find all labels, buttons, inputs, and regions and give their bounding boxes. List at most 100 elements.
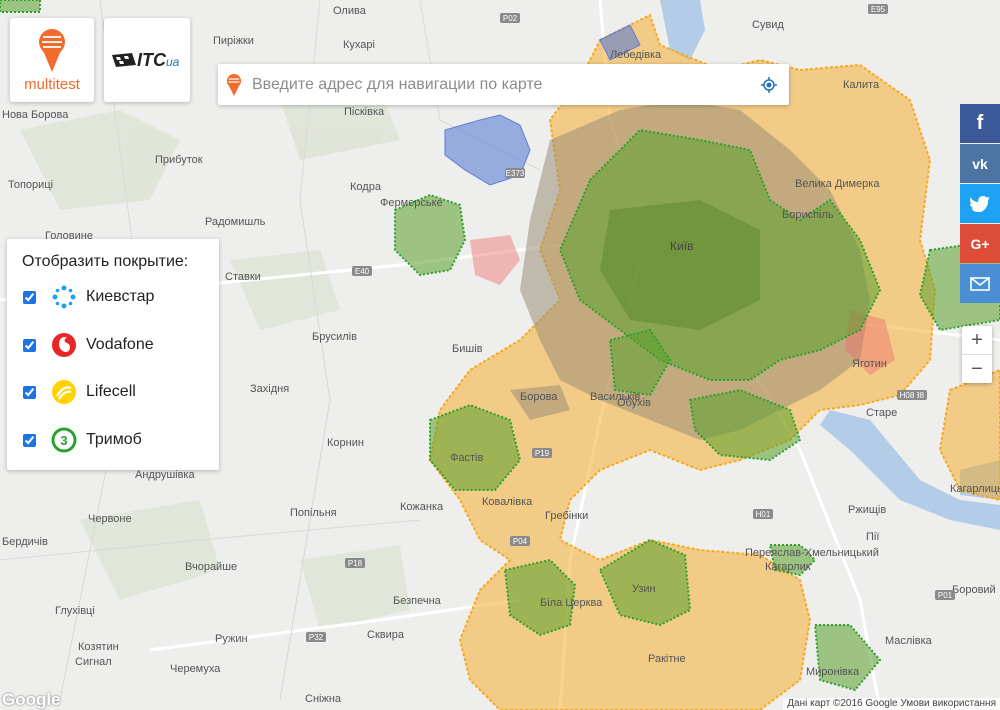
- place-label: Західня: [250, 383, 289, 395]
- itc-logo-main: ITC: [137, 50, 166, 70]
- place-label: Пісківка: [344, 106, 385, 118]
- road-badge: H01: [753, 509, 773, 519]
- lifecell-icon: [50, 378, 78, 406]
- place-label: Сигнал: [75, 656, 112, 668]
- svg-text:P04: P04: [513, 537, 528, 546]
- road-badge: P18: [345, 558, 365, 568]
- legend-title: Отобразить покрытие:: [22, 253, 189, 270]
- place-label: Кагарлик: [765, 561, 811, 573]
- road-badge: P04: [510, 536, 530, 546]
- zoom-control: + −: [962, 326, 992, 383]
- vk-share-button[interactable]: vk: [960, 144, 1000, 183]
- place-label: Радомишль: [205, 216, 266, 228]
- multitest-pin-icon: [39, 29, 65, 72]
- svg-text:E373: E373: [506, 169, 525, 178]
- place-label: Ржищів: [848, 504, 886, 516]
- place-label: Узин: [632, 583, 656, 595]
- lifecell-checkbox[interactable]: [23, 385, 36, 399]
- place-label: Сувид: [752, 19, 784, 31]
- svg-text:P02: P02: [503, 14, 518, 23]
- place-label: Кожанка: [400, 501, 444, 513]
- place-label: Глухівці: [55, 605, 95, 617]
- place-label: Боровий: [952, 584, 996, 596]
- place-label: Миронівка: [806, 666, 860, 678]
- place-label: Гребінки: [545, 510, 588, 522]
- multitest-logo-text: multitest: [24, 76, 80, 93]
- place-label: Бориспіль: [782, 209, 834, 221]
- vk-icon: vk: [972, 155, 988, 172]
- place-label: Яготин: [852, 358, 887, 370]
- my-location-icon[interactable]: [761, 77, 777, 93]
- place-label: Козятин: [78, 641, 119, 653]
- twitter-icon: [970, 195, 990, 212]
- trimob-icon: 3: [50, 426, 78, 454]
- legend-item-lifecell[interactable]: Lifecell: [23, 377, 136, 407]
- place-label: Безпечна: [393, 595, 442, 607]
- place-label: Бердичів: [2, 536, 48, 548]
- place-label: Олива: [333, 5, 367, 17]
- place-label: Сніжна: [305, 693, 342, 705]
- place-label: Бишів: [452, 343, 483, 355]
- map-attribution[interactable]: Дані карт ©2016 Google Умови використанн…: [783, 698, 1000, 710]
- place-label: Маслівка: [885, 635, 933, 647]
- itc-logo-suffix: ua: [166, 55, 180, 69]
- itc-logo[interactable]: ITCua: [104, 18, 190, 102]
- address-search-input[interactable]: [250, 72, 754, 98]
- svg-text:P32: P32: [309, 633, 324, 642]
- place-label: Вчорайше: [185, 561, 237, 573]
- email-share-button[interactable]: [960, 264, 1000, 303]
- place-label: Сквира: [367, 629, 405, 641]
- place-label: Кухарі: [343, 39, 375, 51]
- place-label: Андрушівка: [135, 469, 195, 481]
- place-label: Київ: [670, 239, 693, 253]
- coverage-legend: Отобразить покрытие: Киевстар Vodafone L…: [7, 239, 219, 470]
- place-label: Корнин: [327, 437, 364, 449]
- place-label: Нова Борова: [2, 109, 69, 121]
- place-label: Брусилів: [312, 331, 357, 343]
- place-label: Велика Димерка: [795, 178, 880, 190]
- place-label: Васильків: [590, 391, 641, 403]
- vodafone-checkbox[interactable]: [23, 338, 36, 352]
- place-label: Фастів: [450, 452, 483, 464]
- place-label: Пиріжки: [213, 35, 254, 47]
- place-label: Червоне: [88, 513, 132, 525]
- address-search-box: [218, 64, 789, 105]
- place-label: Ружин: [215, 633, 248, 645]
- place-label: Топориці: [8, 179, 53, 191]
- place-label: Ракітне: [648, 653, 686, 665]
- road-badge: P32: [306, 632, 326, 642]
- zoom-out-button[interactable]: −: [962, 355, 992, 383]
- svg-text:E95: E95: [871, 5, 886, 14]
- legend-item-kyivstar[interactable]: Киевстар: [23, 282, 154, 312]
- svg-text:P18: P18: [348, 559, 363, 568]
- place-label: Борова: [520, 391, 558, 403]
- svg-text:E40: E40: [355, 267, 370, 276]
- road-badge: H08: [897, 390, 917, 400]
- svg-text:P01: P01: [938, 591, 953, 600]
- place-label: Переяслав-Хмельницький: [745, 547, 879, 559]
- place-label: Фермерське: [380, 197, 443, 209]
- zoom-in-button[interactable]: +: [962, 326, 992, 355]
- legend-item-trimob[interactable]: 3 Тримоб: [23, 425, 142, 455]
- place-label: Ковалівка: [482, 496, 533, 508]
- road-badge: E40: [352, 266, 372, 276]
- google-logo: Google: [2, 690, 61, 709]
- vodafone-label: Vodafone: [86, 336, 154, 353]
- facebook-share-button[interactable]: f: [960, 104, 1000, 143]
- twitter-share-button[interactable]: [960, 184, 1000, 223]
- road-badge: E95: [868, 4, 888, 14]
- trimob-checkbox[interactable]: [23, 433, 36, 447]
- legend-item-vodafone[interactable]: Vodafone: [23, 330, 154, 360]
- svg-text:3: 3: [60, 433, 67, 448]
- multitest-logo[interactable]: multitest: [10, 18, 94, 102]
- road-badge: E373: [505, 168, 525, 178]
- google-plus-icon: G+: [970, 235, 990, 252]
- lifecell-label: Lifecell: [86, 383, 136, 400]
- trimob-label: Тримоб: [86, 431, 142, 448]
- kyivstar-checkbox[interactable]: [23, 290, 36, 304]
- place-label: Калита: [843, 79, 880, 91]
- place-label: Лебедівка: [610, 49, 662, 61]
- google-plus-share-button[interactable]: G+: [960, 224, 1000, 263]
- svg-text:H08: H08: [900, 391, 915, 400]
- place-label: Черемуха: [170, 663, 221, 675]
